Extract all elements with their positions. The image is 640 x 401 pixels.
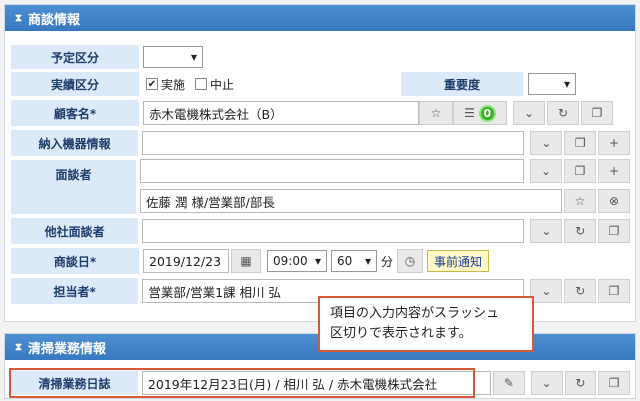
chevron-down-icon: ⌄ [541, 136, 552, 150]
favorite-button[interactable]: ☆ [419, 101, 453, 125]
kokyaku-label: 顧客名* [10, 99, 140, 127]
chevron-down-icon: ⌄ [541, 376, 552, 390]
copy-icon: ❐ [574, 164, 586, 178]
clock-button[interactable]: ◷ [397, 249, 424, 273]
list-button[interactable]: ☰ 0 [453, 101, 507, 125]
dropdown-arrow-icon: ▾ [314, 254, 321, 268]
clock-icon: ◷ [404, 254, 416, 268]
star-icon: ☆ [430, 106, 442, 120]
juyodo-select[interactable]: ▾ [528, 73, 576, 95]
star-icon: ☆ [574, 194, 586, 208]
mendansha-value[interactable]: 佐藤 潤 様/営業部/部長 [140, 189, 562, 213]
date-input[interactable]: 2019/12/23 [143, 249, 229, 273]
tanto-label: 担当者* [10, 277, 140, 305]
plus-icon: + [608, 164, 620, 178]
minute-unit: 分 [381, 254, 394, 269]
collapse-icon: ⧗ [15, 341, 23, 353]
remove-button[interactable]: ⊗ [598, 189, 630, 213]
expand-button[interactable]: ⌄ [513, 101, 545, 125]
plus-icon: + [609, 136, 620, 150]
copy-button[interactable]: ❐ [564, 131, 597, 155]
callout-tooltip: 項目の入力内容がスラッシュ 区切りで表示されます。 [318, 296, 534, 352]
reset-button[interactable]: ↻ [564, 279, 597, 303]
reload-icon: ↻ [557, 106, 569, 120]
yotei-label: 予定区分 [10, 44, 140, 70]
pencil-icon: ✎ [503, 376, 514, 390]
copy-button[interactable]: ❐ [598, 371, 631, 395]
chushi-checkbox[interactable]: 中止 [195, 76, 234, 93]
reset-button[interactable]: ↻ [547, 101, 579, 125]
dropdown-arrow-icon: ▾ [364, 254, 371, 268]
add-button[interactable]: + [598, 159, 630, 183]
copy-icon: ❐ [608, 224, 620, 238]
chevron-down-icon: ⌄ [540, 164, 552, 178]
expand-button[interactable]: ⌄ [530, 131, 563, 155]
list-icon: ☰ [464, 106, 475, 120]
dropdown-arrow-icon: ▾ [563, 77, 570, 91]
chevron-down-icon: ⌄ [541, 224, 552, 238]
jisshi-checkbox[interactable]: ✔ 実施 [146, 76, 185, 93]
nonyu-field[interactable] [142, 131, 525, 155]
reset-button[interactable]: ↻ [564, 371, 597, 395]
hour-select[interactable]: 09:00 ▾ [267, 250, 327, 272]
section-title: 清掃業務情報 [28, 341, 107, 357]
expand-button[interactable]: ⌄ [530, 159, 562, 183]
copy-icon: ❐ [608, 284, 620, 298]
chevron-down-icon: ⌄ [541, 284, 552, 298]
juyodo-label: 重要度 [400, 71, 524, 97]
copy-button[interactable]: ❐ [598, 219, 630, 243]
mendansha-input[interactable] [140, 159, 524, 183]
collapse-icon: ⧗ [15, 12, 23, 24]
check-icon: ✔ [146, 78, 158, 90]
callout-line-2: 区切りで表示されます。 [330, 326, 472, 341]
count-badge: 0 [478, 104, 496, 122]
reload-icon: ↻ [575, 376, 586, 390]
chevron-down-icon: ⌄ [523, 106, 535, 120]
add-button[interactable]: + [598, 131, 630, 155]
calendar-icon: ▦ [240, 254, 252, 268]
copy-icon: ❐ [574, 136, 586, 150]
expand-button[interactable]: ⌄ [530, 371, 563, 395]
favorite-button[interactable]: ☆ [564, 189, 596, 213]
highlight-box [9, 368, 475, 398]
mendansha-label: 面談者 [10, 159, 137, 215]
notice-button[interactable]: 事前通知 [427, 250, 490, 272]
copy-button[interactable]: ❐ [564, 159, 596, 183]
yotei-select[interactable]: ▾ [143, 46, 203, 68]
shodan-section-header[interactable]: ⧗ 商談情報 [5, 5, 635, 31]
copy-button[interactable]: ❐ [581, 101, 613, 125]
minute-select[interactable]: 60 ▾ [331, 250, 377, 272]
reload-icon: ↻ [575, 284, 586, 298]
section-title: 商談情報 [28, 12, 81, 28]
tasha-label: 他社面談者 [10, 217, 140, 245]
nonyu-label: 納入機器情報 [10, 129, 140, 157]
calendar-button[interactable]: ▦ [231, 249, 261, 273]
close-circle-icon: ⊗ [608, 194, 620, 208]
kokyaku-field[interactable]: 赤木電機株式会社（B） [143, 101, 419, 125]
reset-button[interactable]: ↻ [564, 219, 597, 243]
dropdown-arrow-icon: ▾ [190, 50, 197, 64]
callout-line-1: 項目の入力内容がスラッシュ [330, 306, 500, 321]
edit-button[interactable]: ✎ [493, 371, 525, 395]
tasha-field[interactable] [142, 219, 525, 243]
copy-icon: ❐ [608, 376, 620, 390]
expand-button[interactable]: ⌄ [530, 279, 563, 303]
jisseki-label: 実績区分 [10, 71, 140, 97]
copy-icon: ❐ [591, 106, 603, 120]
copy-button[interactable]: ❐ [598, 279, 630, 303]
expand-button[interactable]: ⌄ [530, 219, 563, 243]
reload-icon: ↻ [575, 224, 586, 238]
shodanbi-label: 商談日* [10, 247, 140, 275]
